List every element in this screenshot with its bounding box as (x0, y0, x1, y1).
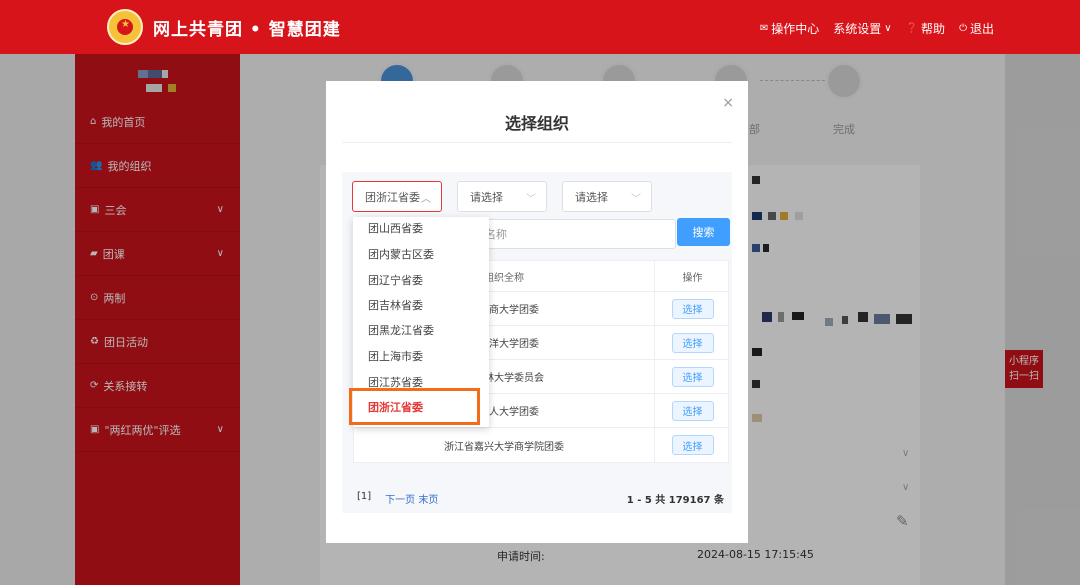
chevron-down-icon: ∨ (884, 22, 892, 34)
chevron-down-icon: ﹀ (526, 194, 536, 205)
dropdown-option[interactable]: 团吉林省委 (353, 292, 489, 317)
power-icon: ⏻ (959, 22, 967, 34)
next-page-link[interactable]: 下一页 (385, 495, 415, 506)
top-header: ★ 网上共青团 • 智慧团建 ✉ 操作中心 系统设置 ∨ ❓ 帮助 ⏻ 退出 (0, 0, 1080, 54)
dropdown-option[interactable]: 团辽宁省委 (353, 267, 489, 292)
site-title: 网上共青团 • 智慧团建 (153, 20, 341, 40)
dropdown-option[interactable]: 团内蒙古区委 (353, 241, 489, 266)
org-name-input[interactable]: 名称 (472, 219, 676, 249)
choose-button[interactable]: 选择 (671, 332, 714, 353)
column-header-action: 操作 (654, 261, 730, 291)
chevron-down-icon: ﹀ (631, 194, 641, 205)
nav-system-settings[interactable]: 系统设置 ∨ (833, 20, 891, 37)
choose-button[interactable]: 选择 (671, 435, 714, 455)
choose-button[interactable]: 选择 (671, 298, 714, 319)
top-nav: ✉ 操作中心 系统设置 ∨ ❓ 帮助 ⏻ 退出 (760, 20, 994, 37)
pagination: [1] 下一页 末页 (357, 491, 438, 506)
province-select[interactable]: 团浙江省委 ︿ (352, 181, 442, 212)
envelope-icon: ✉ (759, 22, 769, 34)
last-page-link[interactable]: 末页 (418, 495, 438, 506)
annotation-highlight (349, 388, 480, 425)
dropdown-option[interactable]: 团山西省委 (353, 217, 489, 240)
nav-help[interactable]: ❓ 帮助 (906, 20, 945, 37)
table-row: 浙江省嘉兴大学商学院团委 选择 (354, 428, 728, 462)
chevron-up-icon: ︿ (421, 194, 431, 205)
close-icon[interactable]: × (722, 95, 734, 111)
choose-button[interactable]: 选择 (671, 400, 714, 421)
dropdown-option[interactable]: 团黑龙江省委 (353, 317, 489, 342)
divider (342, 142, 732, 143)
dropdown-option[interactable]: 团上海市委 (353, 343, 489, 368)
search-button[interactable]: 搜索 (677, 218, 730, 246)
youth-league-logo-icon: ★ (107, 9, 143, 45)
nav-operation-center[interactable]: ✉ 操作中心 (760, 20, 819, 37)
question-icon: ❓ (905, 22, 919, 34)
modal-title: 选择组织 (504, 114, 569, 133)
nav-logout[interactable]: ⏻ 退出 (959, 20, 994, 37)
current-page: [1] (357, 491, 372, 502)
choose-button[interactable]: 选择 (671, 366, 714, 387)
city-select[interactable]: 请选择 ﹀ (457, 181, 547, 212)
pagination-info: 1 - 5 共 179167 条 (626, 495, 724, 506)
district-select[interactable]: 请选择 ﹀ (562, 181, 652, 212)
